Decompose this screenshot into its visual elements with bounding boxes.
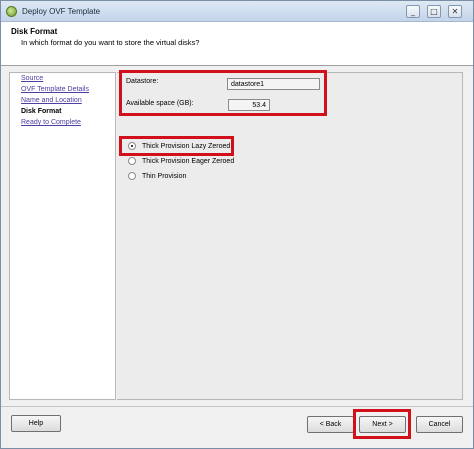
radio-thick-eager[interactable]: Thick Provision Eager Zeroed — [128, 155, 234, 167]
vsphere-app-icon — [6, 6, 17, 17]
page-header: Disk Format In which format do you want … — [1, 22, 473, 66]
step-name-and-location[interactable]: Name and Location — [21, 97, 82, 104]
available-space-label: Available space (GB): — [126, 100, 194, 107]
radio-label: Thick Provision Lazy Zeroed — [142, 142, 231, 150]
title-bar: Deploy OVF Template _ □ ✕ — [1, 1, 473, 22]
minimize-button[interactable]: _ — [406, 5, 420, 18]
close-button[interactable]: ✕ — [448, 5, 462, 18]
wizard-steps-panel: Source OVF Template Details Name and Loc… — [9, 72, 116, 400]
deploy-ovf-window: Deploy OVF Template _ □ ✕ Disk Format In… — [0, 0, 474, 449]
radio-label: Thick Provision Eager Zeroed — [142, 157, 235, 165]
radio-button[interactable] — [128, 172, 136, 180]
step-source[interactable]: Source — [21, 75, 43, 82]
radio-button-checked[interactable] — [128, 142, 136, 150]
datastore-label: Datastore: — [126, 78, 159, 85]
help-button[interactable]: Help — [11, 415, 61, 432]
page-subtitle: In which format do you want to store the… — [21, 38, 200, 47]
radio-thin[interactable]: Thin Provision — [128, 170, 186, 182]
footer-divider — [1, 406, 473, 407]
disk-format-panel: Datastore: datastore1 Available space (G… — [117, 70, 463, 400]
step-ready-to-complete[interactable]: Ready to Complete — [21, 119, 81, 126]
datastore-field: datastore1 — [227, 78, 320, 90]
window-title: Deploy OVF Template — [22, 7, 101, 16]
maximize-button[interactable]: □ — [427, 5, 441, 18]
available-space-field: 53.4 — [228, 99, 270, 111]
next-button[interactable]: Next > — [359, 416, 406, 433]
step-disk-format: Disk Format — [21, 108, 62, 115]
radio-thick-lazy[interactable]: Thick Provision Lazy Zeroed — [128, 140, 230, 152]
back-button[interactable]: < Back — [307, 416, 354, 433]
step-ovf-template-details[interactable]: OVF Template Details — [21, 86, 89, 93]
radio-label: Thin Provision — [142, 172, 187, 180]
datastore-highlight-box — [119, 70, 327, 116]
page-title: Disk Format — [11, 27, 58, 36]
cancel-button[interactable]: Cancel — [416, 416, 463, 433]
radio-button[interactable] — [128, 157, 136, 165]
